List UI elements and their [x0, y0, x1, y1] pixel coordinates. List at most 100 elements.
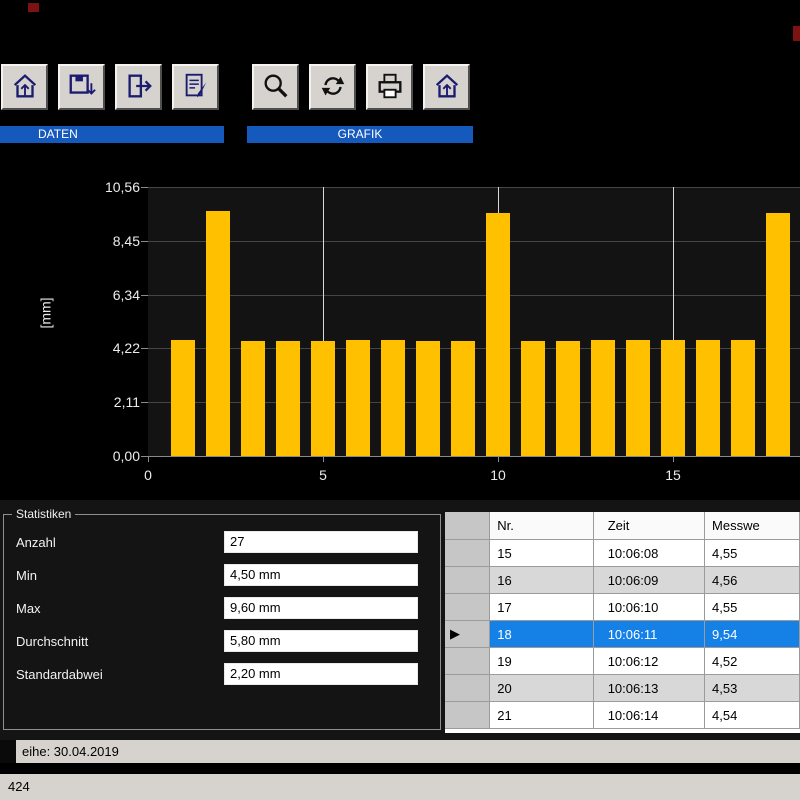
document-edit-icon: [181, 71, 211, 104]
x-axis-tick-labels: 051015: [148, 467, 800, 487]
chart-bar: [416, 341, 440, 456]
grafik-group-label: GRAFIK: [247, 126, 473, 143]
y-tick-mark: [141, 456, 148, 457]
table-row[interactable]: 1710:06:104,55: [445, 594, 800, 621]
y-tick-mark: [141, 348, 148, 349]
statistics-groupbox: Statistiken Anzahl27Min4,50 mmMax9,60 mm…: [3, 514, 441, 730]
stat-field[interactable]: 9,60 mm: [224, 597, 418, 619]
cell-zeit[interactable]: 10:06:09: [594, 567, 705, 594]
cell-nr[interactable]: 21: [490, 702, 593, 729]
row-selector-cell[interactable]: [445, 702, 490, 729]
cell-zeit[interactable]: 10:06:13: [594, 675, 705, 702]
cell-zeit[interactable]: 10:06:14: [594, 702, 705, 729]
x-tick-mark: [498, 456, 499, 462]
chart-bar: [731, 340, 755, 456]
house-arrow-icon: [432, 71, 462, 104]
chart-bar: [311, 341, 335, 456]
x-tick-mark: [323, 456, 324, 462]
y-tick-mark: [141, 295, 148, 296]
table-row[interactable]: 1610:06:094,56: [445, 567, 800, 594]
cell-messwert[interactable]: 9,54: [705, 621, 800, 648]
save-data-button[interactable]: [58, 64, 105, 110]
row-selector-cell[interactable]: [445, 567, 490, 594]
statistics-title: Statistiken: [12, 507, 75, 521]
table-row[interactable]: ▶1810:06:119,54: [445, 621, 800, 648]
cell-messwert[interactable]: 4,55: [705, 540, 800, 567]
chart-bar: [591, 340, 615, 456]
cell-messwert[interactable]: 4,54: [705, 702, 800, 729]
cell-zeit[interactable]: 10:06:08: [594, 540, 705, 567]
y-tick-label: 10,56: [82, 179, 140, 195]
h-gridline: [148, 456, 800, 457]
cell-nr[interactable]: 17: [490, 594, 593, 621]
chart-bar: [486, 213, 510, 456]
x-tick-mark: [673, 456, 674, 462]
cell-nr[interactable]: 18: [490, 621, 593, 648]
load-data-button[interactable]: [1, 64, 48, 110]
cell-zeit[interactable]: 10:06:10: [594, 594, 705, 621]
table-row[interactable]: 1510:06:084,55: [445, 540, 800, 567]
stat-label: Anzahl: [16, 535, 56, 550]
cell-nr[interactable]: 20: [490, 675, 593, 702]
cell-zeit[interactable]: 10:06:11: [594, 621, 705, 648]
y-tick-mark: [141, 187, 148, 188]
row-selector-cell[interactable]: [445, 540, 490, 567]
data-table: Nr.ZeitMesswe1510:06:084,551610:06:094,5…: [445, 512, 800, 733]
cell-messwert[interactable]: 4,53: [705, 675, 800, 702]
stat-field[interactable]: 2,20 mm: [224, 663, 418, 685]
table-row[interactable]: 2010:06:134,53: [445, 675, 800, 702]
y-tick-label: 0,00: [82, 448, 140, 464]
plot-area: [148, 187, 800, 456]
stat-field[interactable]: 4,50 mm: [224, 564, 418, 586]
row-selector-cell[interactable]: [445, 675, 490, 702]
y-axis-label: [mm]: [38, 297, 54, 328]
chart-bar: [661, 340, 685, 456]
refresh-button[interactable]: [309, 64, 356, 110]
magnifier-icon: [261, 71, 291, 104]
cell-messwert[interactable]: 4,55: [705, 594, 800, 621]
exit-button[interactable]: [115, 64, 162, 110]
chart-bar: [276, 341, 300, 456]
y-tick-label: 2,11: [82, 394, 140, 410]
row-selector-cell[interactable]: ▶: [445, 621, 490, 648]
home-view-button[interactable]: [423, 64, 470, 110]
chart-bar: [766, 213, 790, 456]
row-selector-cell[interactable]: [445, 594, 490, 621]
window-accent-chip: [28, 3, 39, 12]
stat-field[interactable]: 5,80 mm: [224, 630, 418, 652]
titlebar: [0, 0, 800, 60]
print-button[interactable]: [366, 64, 413, 110]
chart-bar: [241, 341, 265, 456]
status-bar-upper: eihe: 30.04.2019: [0, 740, 800, 763]
table-header-cell[interactable]: Nr.: [490, 512, 593, 540]
stat-label: Standardabwei: [16, 667, 103, 682]
cell-nr[interactable]: 19: [490, 648, 593, 675]
zoom-button[interactable]: [252, 64, 299, 110]
chart-bar: [521, 341, 545, 456]
chart-bar: [206, 211, 230, 456]
daten-group-label: DATEN: [0, 126, 224, 143]
cell-messwert[interactable]: 4,56: [705, 567, 800, 594]
row-selector-cell[interactable]: [445, 648, 490, 675]
stat-label: Max: [16, 601, 41, 616]
x-tick-label: 5: [303, 467, 343, 483]
y-tick-label: 4,22: [82, 340, 140, 356]
table-row[interactable]: 2110:06:144,54: [445, 702, 800, 729]
table-header-row: Nr.ZeitMesswe: [445, 512, 800, 540]
chart-bar: [346, 340, 370, 456]
stat-field[interactable]: 27: [224, 531, 418, 553]
report-button[interactable]: [172, 64, 219, 110]
table-header-cell[interactable]: Zeit: [594, 512, 705, 540]
floppy-export-icon: [67, 71, 97, 104]
status-bar-lower-text: 424: [8, 779, 30, 794]
h-gridline: [148, 295, 800, 296]
table-header-cell[interactable]: Messwe: [705, 512, 800, 540]
y-tick-mark: [141, 241, 148, 242]
chart-bar: [626, 340, 650, 456]
cell-zeit[interactable]: 10:06:12: [594, 648, 705, 675]
table-row[interactable]: 1910:06:124,52: [445, 648, 800, 675]
recycle-icon: [318, 71, 348, 104]
cell-messwert[interactable]: 4,52: [705, 648, 800, 675]
cell-nr[interactable]: 15: [490, 540, 593, 567]
cell-nr[interactable]: 16: [490, 567, 593, 594]
